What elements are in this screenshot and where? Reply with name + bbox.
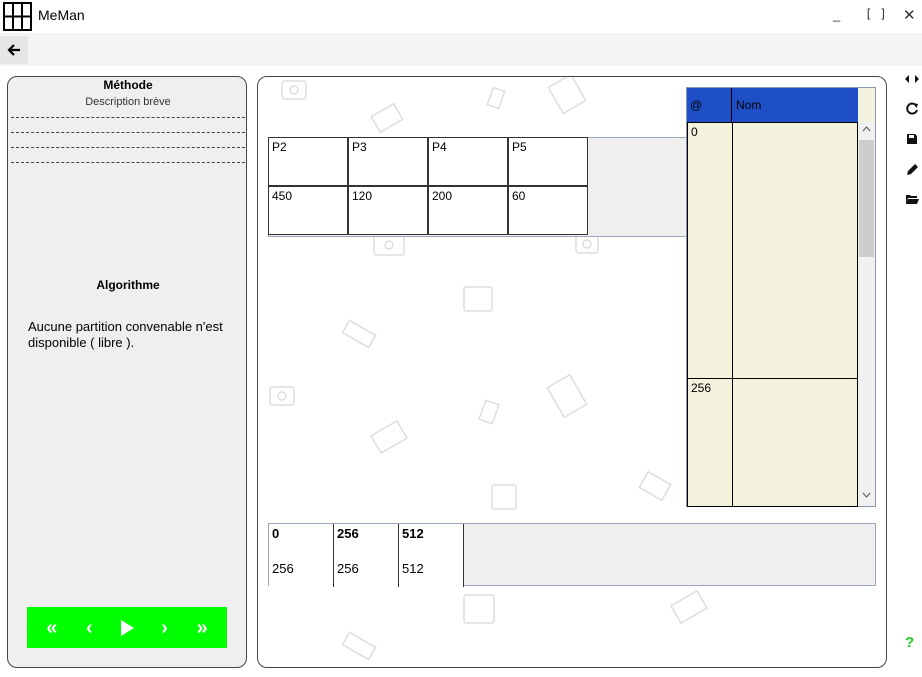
partition-size-cell[interactable]: 200 [428,186,508,235]
help-icon[interactable]: ? [905,634,914,651]
divider [11,132,245,133]
address-size: 512 [402,561,424,576]
partition-size-cell[interactable]: 450 [268,186,348,235]
app-logo-icon [3,2,32,31]
nav-bar [0,33,922,66]
partition-name-cell[interactable]: P5 [508,137,588,186]
close-button[interactable]: ✕ [903,6,916,24]
back-button[interactable] [0,36,28,64]
minimize-button[interactable]: _ [833,7,840,22]
play-icon [120,619,134,636]
memory-address-cell[interactable]: 0 [687,122,733,379]
title-bar [0,0,922,33]
partition-name-cell[interactable]: P2 [268,137,348,186]
refresh-icon[interactable] [903,102,921,119]
algorithm-title: Algorithme [96,278,160,292]
play-button[interactable] [112,619,142,637]
address-start: 256 [337,526,359,541]
previous-step-button[interactable]: ‹ [74,618,104,638]
partition-name-cell[interactable]: P4 [428,137,508,186]
playback-controls: « ‹ › » [27,607,227,648]
algorithm-message: Aucune partition convenable n'est dispon… [28,319,223,350]
address-cell[interactable]: 512 512 [399,524,464,587]
memory-scrollbar-thumb[interactable] [859,140,874,257]
maximize-button[interactable]: [ ] [865,7,887,21]
save-icon[interactable] [903,133,921,148]
first-step-button[interactable]: « [37,618,67,638]
partition-size-cell[interactable]: 60 [508,186,588,235]
chevron-down-icon[interactable] [858,490,875,501]
chevron-up-icon[interactable] [858,124,875,135]
method-title: Méthode [103,78,153,92]
divider [11,162,245,163]
arrows-icon[interactable] [903,73,921,87]
method-panel: Méthode Description brève Algorithme Auc… [7,76,247,668]
last-step-button[interactable]: » [187,618,217,638]
partitions-table: P2 P3 P4 P5 450 120 200 60 [268,137,688,237]
divider [11,147,245,148]
next-step-button[interactable]: › [150,618,180,638]
partition-name-cell[interactable]: P3 [348,137,428,186]
memory-name-header: Nom [732,88,858,122]
address-start: 512 [402,526,424,541]
memory-name-cell[interactable] [732,378,858,507]
addresses-table: 0 256 256 256 512 512 [268,523,876,587]
address-cell[interactable]: 256 256 [334,524,399,587]
app-title: MeMan [38,7,85,23]
address-size: 256 [337,561,359,576]
arrow-left-icon [7,42,21,61]
memory-address-cell[interactable]: 256 [687,378,733,507]
memory-name-cell[interactable] [732,122,858,379]
folder-open-icon[interactable] [903,194,921,208]
memory-address-header: @ [687,88,732,122]
address-start: 0 [272,526,280,541]
address-size: 256 [272,561,294,576]
divider [11,117,245,118]
method-description: Description brève [85,96,171,108]
address-cell[interactable]: 0 256 [269,524,334,587]
partition-size-cell[interactable]: 120 [348,186,428,235]
edit-icon[interactable] [903,163,921,179]
